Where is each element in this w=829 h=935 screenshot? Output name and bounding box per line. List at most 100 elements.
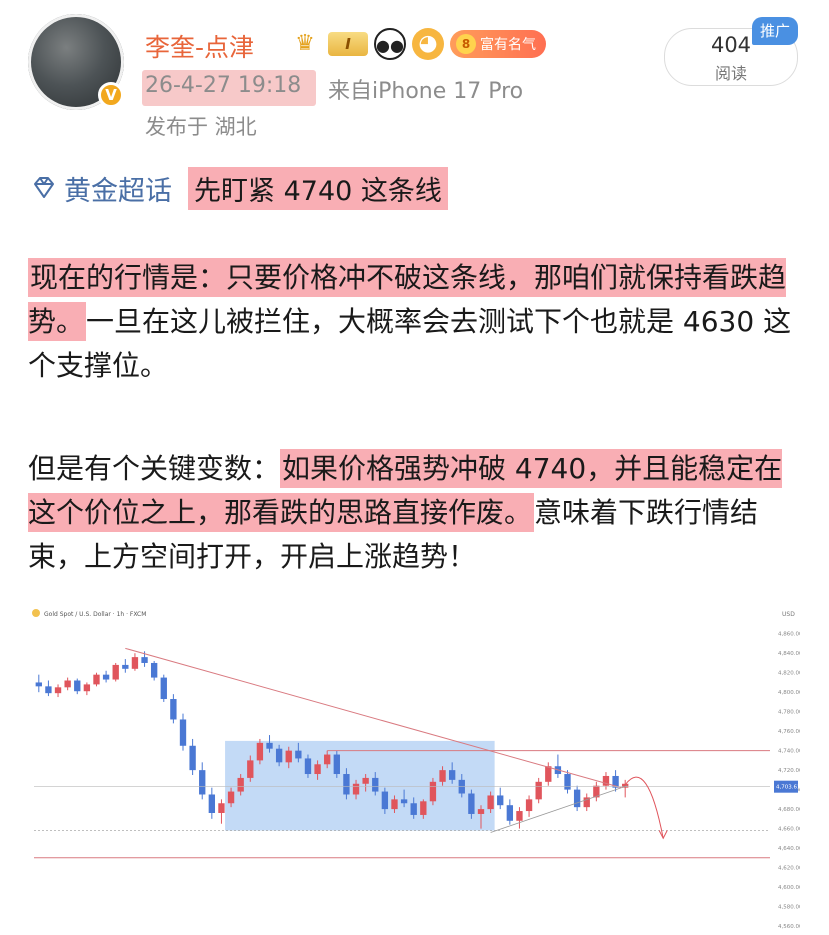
y-tick-label: 4,860.00	[778, 632, 800, 638]
candle-up	[285, 750, 292, 763]
current-price-tag: 4,703.61	[774, 780, 800, 793]
promo-button[interactable]: 推广	[752, 17, 798, 45]
candle-up	[256, 742, 264, 761]
post-source: 来自iPhone 17 Pro	[328, 79, 524, 104]
candle-down	[74, 680, 81, 692]
candle-up	[314, 764, 321, 775]
candle-up	[93, 674, 100, 685]
timestamp: 26-4-27 19:18	[145, 73, 302, 98]
candle-down	[35, 682, 42, 687]
post-headline: 先盯紧 4740 这条线	[188, 166, 448, 210]
candle-up	[218, 803, 225, 813]
candle-down	[468, 793, 475, 814]
panda-icon: ●●	[374, 28, 406, 60]
y-tick-label: 4,600.00	[778, 885, 800, 891]
candle-up	[439, 770, 446, 782]
range-box	[225, 740, 495, 831]
y-tick-label: 4,780.00	[778, 710, 800, 716]
candle-up	[391, 799, 398, 810]
candle-down	[400, 799, 408, 804]
candle-up	[237, 777, 244, 792]
vip-level-badge[interactable]: I	[328, 32, 368, 56]
candle-up	[362, 777, 369, 784]
candle-up	[429, 781, 437, 802]
candle-up	[247, 760, 254, 778]
candle-down	[343, 774, 350, 795]
diamond-icon	[34, 177, 54, 198]
read-label: 阅读	[714, 64, 747, 83]
candle-down	[266, 742, 273, 749]
candle-down	[275, 748, 283, 763]
paragraph-1-rest: 一旦在这儿被拦住，大概率会去测试下个也就是 4630 这个支撑位。	[28, 305, 792, 382]
candle-down	[410, 803, 417, 815]
y-tick-label: 4,560.00	[778, 924, 800, 930]
user-badges: ♛ I ●● ◕ 8 富有名气	[288, 28, 546, 60]
chart-currency: USD	[782, 611, 795, 618]
y-tick-label: 4,720.00	[778, 768, 800, 774]
y-tick-label: 4,580.00	[778, 905, 800, 911]
verified-badge-icon: V	[98, 82, 124, 108]
candle-down	[372, 777, 379, 792]
candle-up	[516, 811, 523, 821]
candle-up	[525, 799, 533, 812]
topic-line: 黄金超话 先盯紧 4740 这条线	[30, 166, 448, 210]
candle-down	[573, 789, 581, 808]
candle-up	[83, 684, 91, 692]
candle-down	[179, 719, 187, 746]
y-tick-label: 4,820.00	[778, 671, 800, 677]
candle-down	[381, 791, 389, 810]
candle-down	[333, 754, 340, 775]
candle-down	[199, 770, 206, 795]
candle-down	[160, 677, 167, 700]
candle-up	[545, 766, 552, 782]
candle-up	[324, 754, 331, 765]
paragraph-2-lead: 但是有个关键变数：	[28, 452, 281, 485]
candle-down	[141, 657, 148, 663]
current-price-label: 4,703.61	[776, 785, 800, 791]
rich-badge[interactable]: 8 富有名气	[450, 30, 546, 58]
candle-up	[54, 687, 62, 694]
chart-symbol-title: Gold Spot / U.S. Dollar · 1h · FXCM	[44, 611, 146, 618]
candle-down	[448, 770, 456, 780]
candle-up	[227, 791, 235, 804]
candle-down	[102, 674, 110, 680]
candle-down	[122, 664, 129, 669]
candle-down	[150, 662, 158, 678]
y-tick-label: 4,800.00	[778, 690, 800, 696]
candle-down	[564, 774, 571, 790]
candle-up	[535, 781, 542, 800]
avatar[interactable]: V	[28, 14, 124, 110]
crown-icon: ♛	[295, 31, 315, 56]
candle-up	[64, 680, 71, 688]
candle-down	[295, 750, 302, 759]
consolidation-box	[225, 740, 495, 831]
chart-image[interactable]: Gold Spot / U.S. Dollar · 1h · FXCM USD …	[30, 606, 800, 935]
candle-up	[352, 783, 360, 795]
candle-down	[497, 795, 504, 806]
username[interactable]: 李奎-点津	[145, 28, 254, 64]
candle-down	[189, 745, 196, 771]
topic-link[interactable]: 黄金超话	[64, 169, 172, 208]
fish-icon: ◕	[412, 28, 444, 60]
candle-up	[487, 795, 494, 810]
rich-level-icon: 8	[456, 34, 476, 54]
candle-up	[112, 664, 119, 680]
post-location: 发布于 湖北	[145, 115, 257, 139]
y-tick-label: 4,660.00	[778, 827, 800, 833]
y-tick-label: 4,680.00	[778, 807, 800, 813]
candle-down	[304, 758, 312, 775]
y-tick-label: 4,760.00	[778, 729, 800, 735]
candle-up	[477, 809, 485, 814]
candle-down	[506, 805, 514, 821]
candle-down	[170, 699, 177, 720]
y-tick-label: 4,740.00	[778, 749, 800, 755]
gold-symbol-icon	[32, 609, 40, 617]
y-tick-label: 4,620.00	[778, 866, 800, 872]
candle-down	[45, 686, 52, 694]
rich-badge-label: 富有名气	[480, 37, 536, 53]
paragraph-2: 但是有个关键变数：如果价格强势冲破 4740，并且能稳定在这个价位之上，那看跌的…	[28, 447, 808, 579]
gold-price-chart: Gold Spot / U.S. Dollar · 1h · FXCM USD …	[30, 606, 800, 935]
candle-up	[420, 801, 427, 815]
paragraph-1: 现在的行情是：只要价格冲不破这条线，那咱们就保持看跌趋势。一旦在这儿被拦住，大概…	[28, 256, 808, 388]
y-tick-label: 4,640.00	[778, 846, 800, 852]
